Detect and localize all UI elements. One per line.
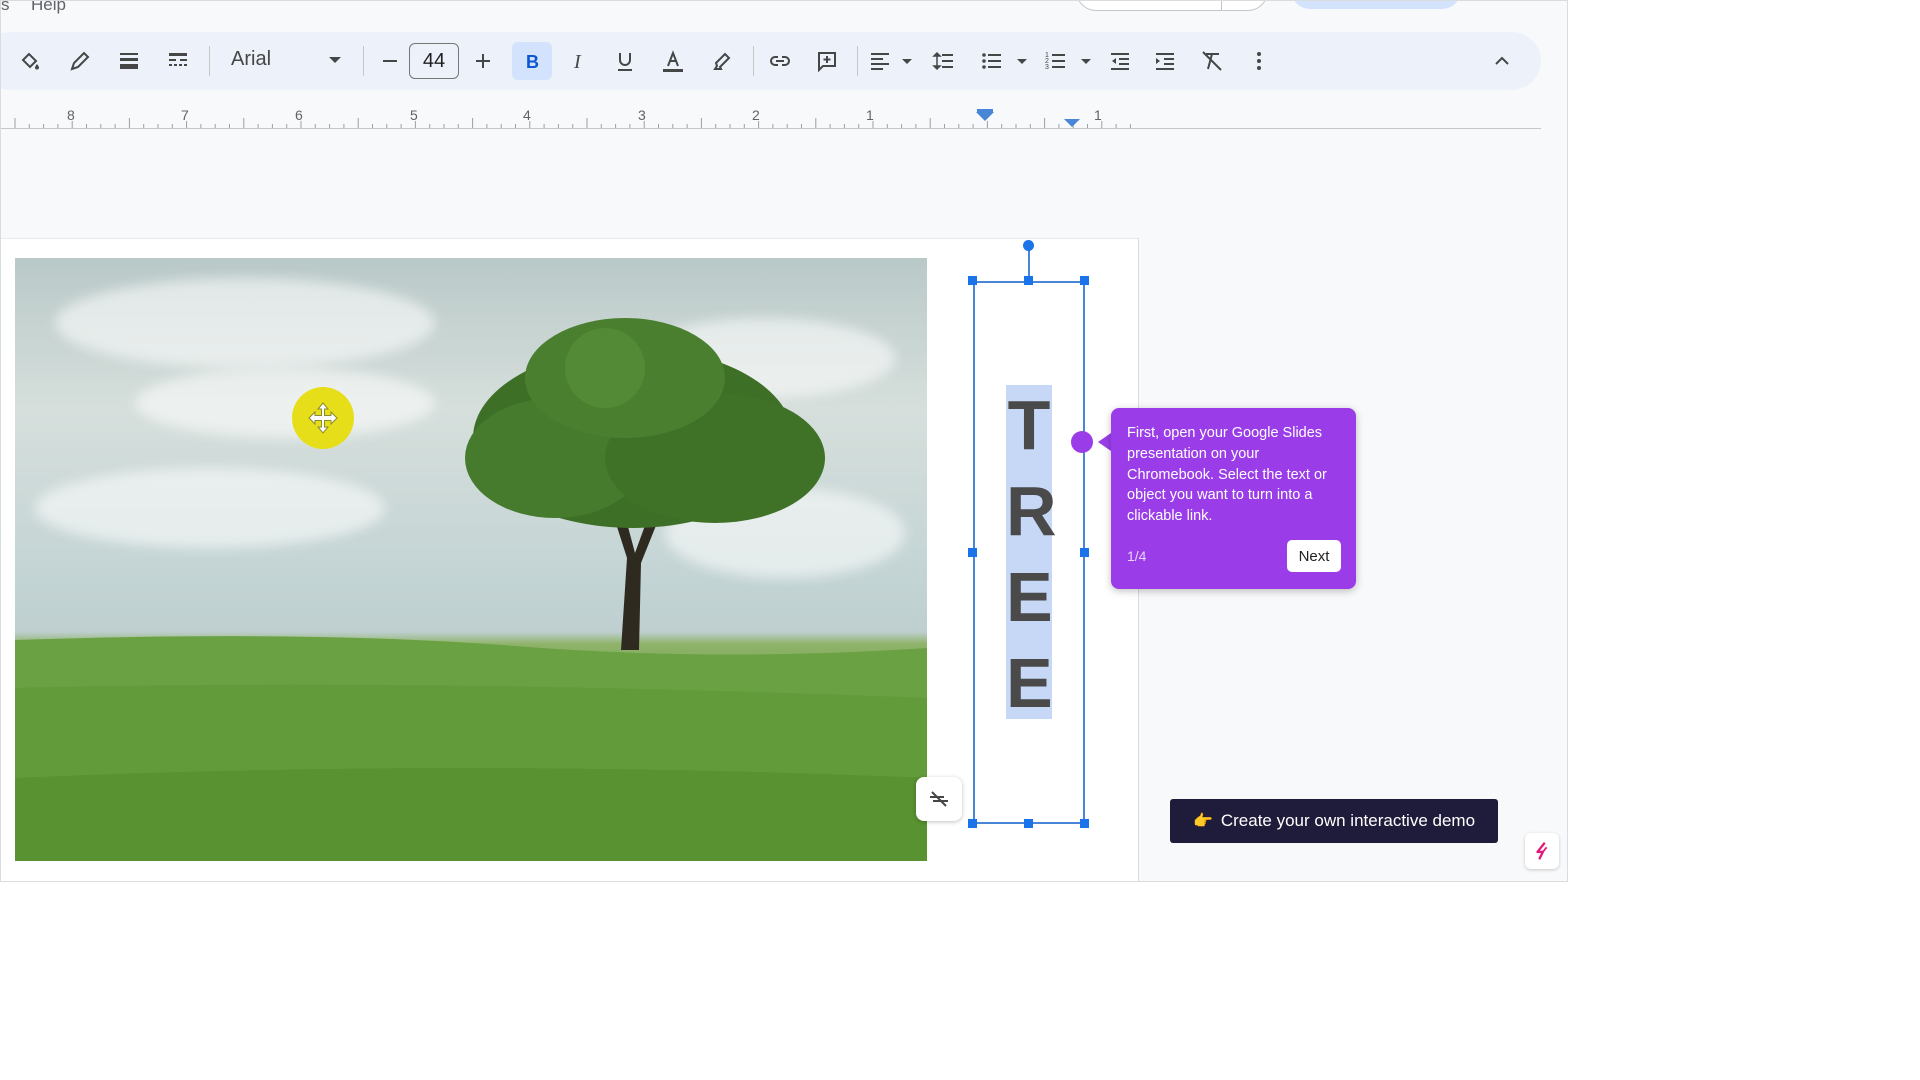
ruler-label: 6 [295,107,303,123]
toolbar-divider [209,46,210,76]
line-spacing-icon[interactable] [928,45,960,77]
menu-fragment[interactable]: s [1,1,10,15]
chevron-down-icon[interactable] [902,59,912,64]
italic-icon[interactable]: I [563,45,595,77]
resize-handle[interactable] [1080,819,1089,828]
clear-format-icon[interactable] [1196,45,1228,77]
ruler-label: 3 [638,107,646,123]
next-button[interactable]: Next [1287,540,1341,572]
border-dash-icon[interactable] [162,45,194,77]
rotate-handle[interactable] [1023,240,1034,251]
text-letter[interactable]: R [1006,471,1057,551]
text-color-icon[interactable] [657,45,689,77]
font-size-input[interactable]: 44 [409,43,459,79]
pointing-hand-icon: 👉 [1192,813,1213,830]
decrease-indent-icon[interactable] [1104,45,1136,77]
highlight-icon[interactable] [707,45,739,77]
tree-photo[interactable] [15,258,927,861]
resize-handle[interactable] [968,819,977,828]
svg-text:I: I [573,51,582,73]
ruler-label: 7 [181,107,189,123]
numbered-list-icon[interactable]: 123 [1040,45,1072,77]
ruler-label: 1 [1094,107,1102,123]
increase-indent-icon[interactable] [1149,45,1181,77]
underline-icon[interactable] [609,45,641,77]
create-demo-button[interactable]: 👉 Create your own interactive demo [1170,799,1498,843]
guide-tooltip: First, open your Google Slides presentat… [1111,408,1356,589]
more-icon[interactable] [1243,45,1275,77]
ruler-label: 5 [410,107,418,123]
font-family-select[interactable]: Arial [231,48,271,71]
ruler-label: 2 [752,107,760,123]
ruler[interactable] [1,101,1541,131]
tooltip-arrow [1098,433,1111,451]
resize-handle[interactable] [1024,819,1033,828]
text-letter[interactable]: T [1006,385,1052,465]
decrease-size-icon[interactable] [374,45,406,77]
align-icon[interactable] [864,45,896,77]
chevron-down-icon[interactable] [329,57,341,63]
comment-icon[interactable] [811,45,843,77]
right-indent-marker [1064,119,1080,127]
resize-handle[interactable] [1024,276,1033,285]
collapse-icon[interactable] [1486,45,1518,77]
chevron-down-icon[interactable] [1017,59,1027,64]
step-counter: 1/4 [1127,548,1147,564]
resize-handle[interactable] [968,548,977,557]
increase-size-icon[interactable] [467,45,499,77]
chevron-down-icon[interactable] [1081,59,1091,64]
svg-text:3: 3 [1045,64,1049,71]
brand-logo-icon[interactable] [1525,833,1559,869]
tooltip-text: First, open your Google Slides presentat… [1127,425,1327,525]
move-cursor-icon [292,387,354,449]
menu-help[interactable]: Help [31,1,66,15]
svg-text:B: B [526,52,539,72]
text-letter[interactable]: E [1006,557,1053,637]
border-weight-icon[interactable] [113,45,145,77]
ruler-label: 4 [523,107,531,123]
ruler-baseline [1,128,1541,129]
toolbar-divider [363,46,364,76]
app-frame: s Help Arial 44 B I 1 2 3 8 7 6 5 4 3 2 … [0,0,1568,882]
create-demo-label: Create your own interactive demo [1220,811,1476,830]
hotspot-dot[interactable] [1071,431,1093,453]
share-button[interactable] [1291,1,1461,9]
toolbar-divider [753,46,754,76]
first-line-indent-marker [976,112,994,121]
ruler-label: 1 [866,107,874,123]
bulleted-list-icon[interactable] [976,45,1008,77]
unlink-icon[interactable] [916,777,962,821]
border-color-icon[interactable] [64,45,96,77]
present-button[interactable] [1076,1,1268,11]
ruler-label: 8 [67,107,75,123]
resize-handle[interactable] [968,276,977,285]
bold-icon[interactable]: B [516,45,548,77]
text-letter[interactable]: E [1006,643,1053,723]
link-icon[interactable] [764,45,796,77]
toolbar-divider [857,46,858,76]
resize-handle[interactable] [1080,548,1089,557]
resize-handle[interactable] [1080,276,1089,285]
paint-format-icon[interactable] [14,45,46,77]
